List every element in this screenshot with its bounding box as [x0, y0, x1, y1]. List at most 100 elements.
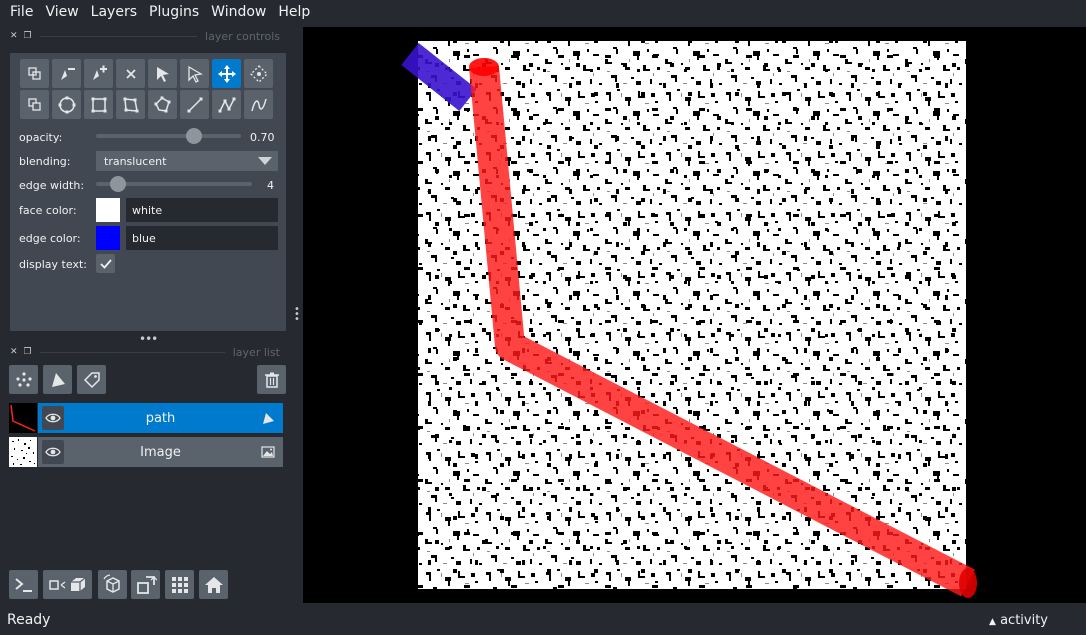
checkmark-icon	[99, 258, 112, 269]
float-dock-icon[interactable]: ❐	[24, 347, 32, 357]
select-vertices-icon[interactable]	[20, 59, 49, 88]
freehand-path-icon[interactable]	[244, 90, 273, 119]
float-dock-icon[interactable]: ❐	[24, 31, 32, 41]
grid-icon	[171, 576, 188, 593]
menu-window[interactable]: Window	[205, 4, 272, 20]
transpose-button[interactable]	[131, 570, 160, 599]
status-bar: Ready ▲ activity	[0, 603, 1086, 635]
layer-row-image[interactable]: Image	[38, 437, 283, 467]
face-color-row: face color:	[19, 204, 97, 217]
transpose-icon	[136, 575, 157, 594]
move-to-front-icon[interactable]	[20, 90, 49, 119]
terminal-icon	[14, 577, 32, 592]
edge-width-value: 4	[267, 179, 274, 192]
path-icon[interactable]	[212, 90, 241, 119]
menubar: File View Layers Plugins Window Help	[0, 0, 1086, 24]
layer-row-path[interactable]: path	[38, 403, 283, 433]
layer-list-titlebar: ✕ ❐ layer list	[10, 343, 286, 361]
path-end-cap	[959, 568, 977, 598]
layer-name[interactable]: Image	[68, 445, 253, 460]
viewer-canvas[interactable]	[303, 27, 1086, 603]
new-points-layer-button[interactable]	[9, 365, 38, 394]
face-color-swatch[interactable]	[96, 198, 120, 222]
ndisplay-toggle-button[interactable]	[43, 570, 92, 599]
select-icon[interactable]	[180, 59, 209, 88]
face-color-field[interactable]: white	[126, 198, 278, 222]
status-text: Ready	[7, 612, 51, 628]
edge-color-field[interactable]: blue	[126, 226, 278, 250]
layer-controls-title: layer controls	[205, 29, 280, 43]
menu-plugins[interactable]: Plugins	[143, 4, 205, 20]
layer-controls-titlebar: ✕ ❐ layer controls	[10, 27, 286, 45]
menu-file[interactable]: File	[4, 4, 39, 20]
edge-color-label: edge color:	[19, 232, 81, 245]
close-dock-icon[interactable]: ✕	[10, 31, 18, 41]
menu-view[interactable]: View	[39, 4, 84, 20]
layer-list-title: layer list	[232, 345, 280, 359]
chevron-up-icon: ▲	[989, 617, 996, 627]
main-splitter-handle[interactable]: • • •	[294, 305, 300, 325]
image-layer-thumbnail	[9, 437, 37, 467]
remove-vertex-icon[interactable]	[52, 59, 81, 88]
layer-controls-panel: opacity: 0.70 blending: translucent edge…	[10, 53, 286, 331]
trash-icon	[264, 372, 279, 388]
polygon-lasso-icon[interactable]	[148, 90, 177, 119]
console-button[interactable]	[9, 570, 38, 599]
opacity-value: 0.70	[250, 131, 275, 144]
activity-button[interactable]: ▲ activity	[989, 613, 1048, 628]
add-vertex-icon[interactable]	[84, 59, 113, 88]
delete-layer-button[interactable]	[257, 365, 286, 394]
blending-value: translucent	[104, 154, 167, 168]
pan-zoom-icon[interactable]	[212, 59, 241, 88]
display-text-row: display text:	[19, 258, 97, 271]
transform-icon[interactable]	[244, 59, 273, 88]
shapes-icon	[263, 413, 274, 424]
edge-width-slider-handle[interactable]	[110, 176, 126, 192]
layer-name[interactable]: path	[68, 411, 253, 426]
edge-width-row: edge width:	[19, 179, 97, 192]
face-color-value: white	[132, 203, 163, 217]
blending-dropdown[interactable]: translucent	[96, 151, 278, 171]
edge-color-swatch[interactable]	[96, 226, 120, 250]
eye-icon	[45, 447, 61, 457]
visibility-toggle[interactable]	[42, 406, 64, 430]
display-text-label: display text:	[19, 258, 87, 271]
face-color-label: face color:	[19, 204, 77, 217]
display-text-checkbox[interactable]	[96, 254, 115, 273]
shapes-icon	[51, 372, 65, 387]
edge-width-slider[interactable]	[96, 176, 252, 192]
path-start-cap	[469, 58, 499, 76]
opacity-slider[interactable]	[96, 128, 241, 144]
visibility-toggle[interactable]	[42, 440, 64, 464]
new-shapes-layer-button[interactable]	[43, 365, 72, 394]
line-icon[interactable]	[180, 90, 209, 119]
chevron-down-icon	[258, 157, 272, 165]
opacity-slider-handle[interactable]	[186, 128, 202, 144]
menu-help[interactable]: Help	[272, 4, 316, 20]
polygon-icon[interactable]	[116, 90, 145, 119]
eye-icon	[45, 413, 61, 423]
canvas-drawing[interactable]	[303, 27, 1086, 603]
path-layer-thumbnail	[9, 403, 37, 433]
menu-layers[interactable]: Layers	[85, 4, 143, 20]
edge-width-label: edge width:	[19, 179, 85, 192]
delete-shape-icon[interactable]	[116, 59, 145, 88]
tag-icon	[83, 371, 100, 388]
grid-view-button[interactable]	[165, 570, 194, 599]
title-divider	[39, 351, 225, 353]
image-icon	[261, 446, 275, 458]
opacity-row: opacity:	[19, 131, 97, 144]
title-divider	[39, 35, 198, 37]
blending-row: blending:	[19, 155, 97, 168]
close-dock-icon[interactable]: ✕	[10, 347, 18, 357]
direct-select-icon[interactable]	[148, 59, 177, 88]
rectangle-icon[interactable]	[84, 90, 113, 119]
blending-label: blending:	[19, 155, 71, 168]
opacity-label: opacity:	[19, 131, 63, 144]
ellipse-icon[interactable]	[52, 90, 81, 119]
new-labels-layer-button[interactable]	[77, 365, 106, 394]
home-button[interactable]	[199, 570, 228, 599]
edge-color-value: blue	[132, 231, 156, 245]
roll-dimensions-button[interactable]	[98, 570, 127, 599]
edge-color-row: edge color:	[19, 232, 97, 245]
